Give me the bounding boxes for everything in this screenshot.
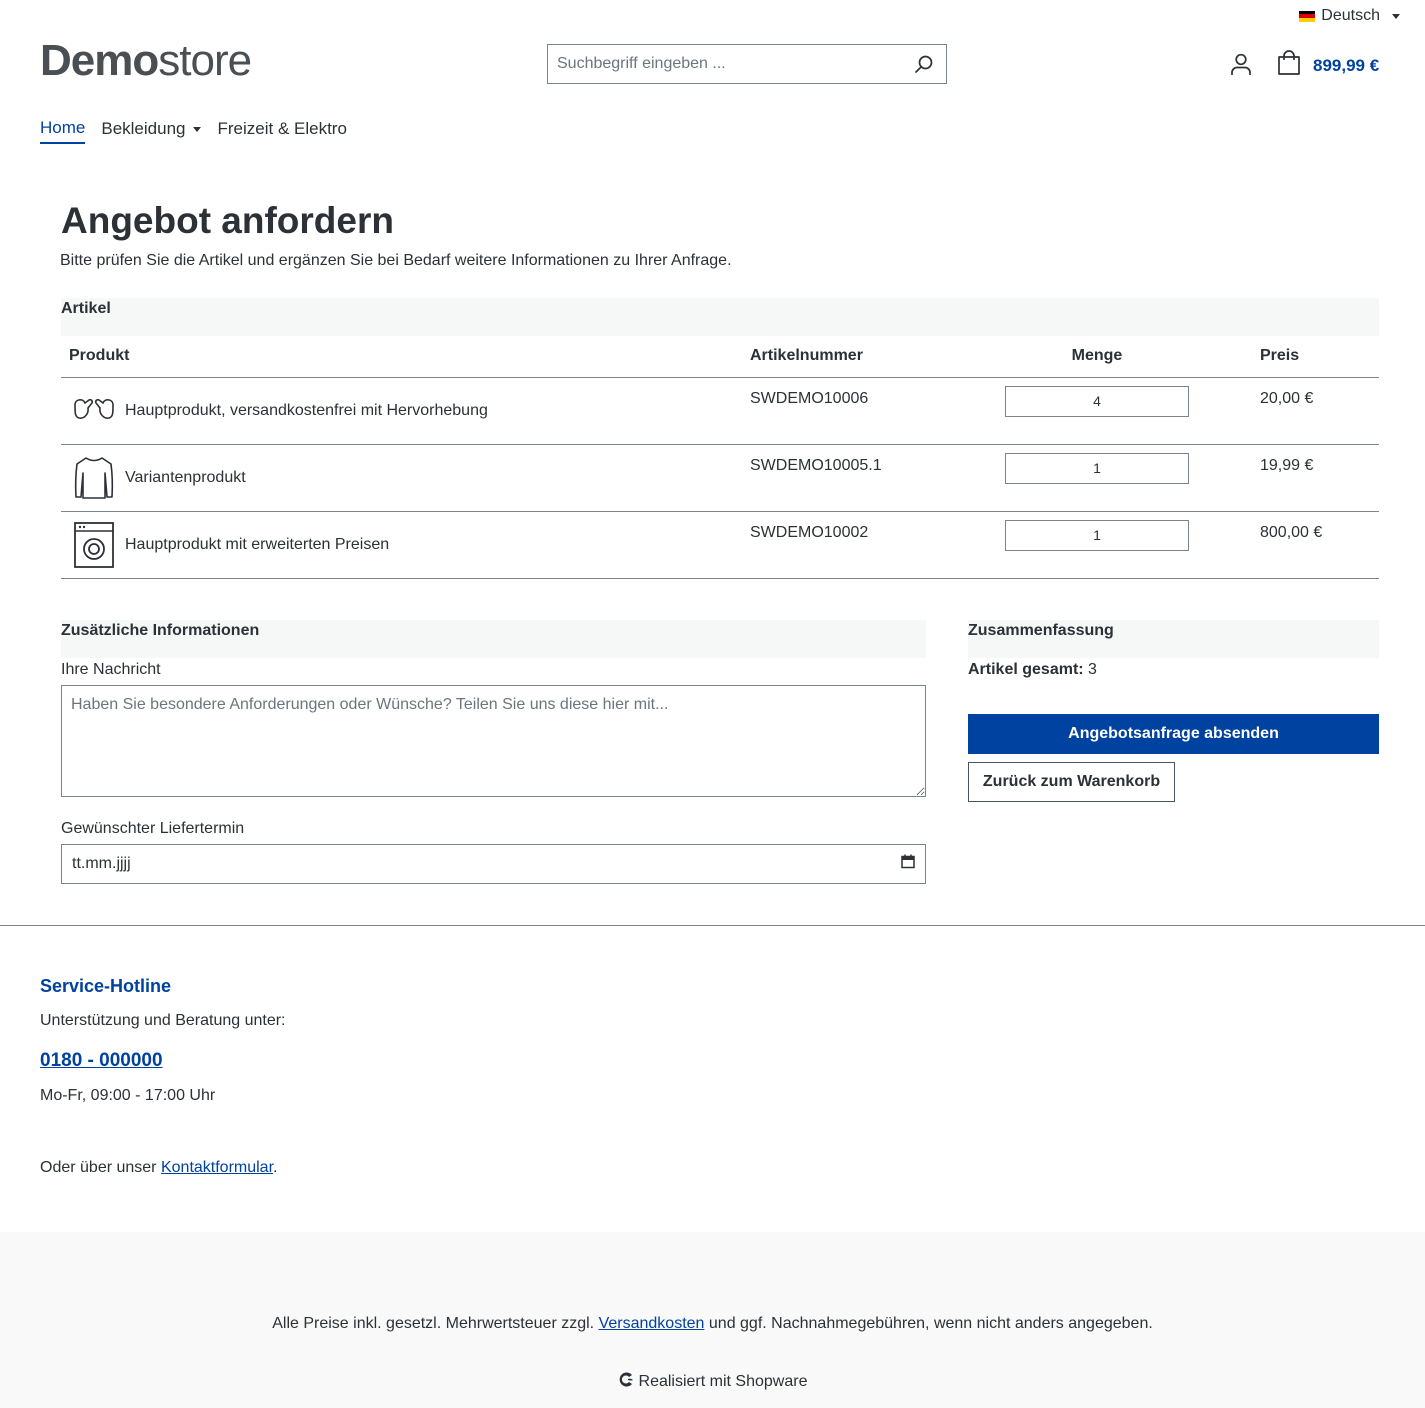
language-selector[interactable]: Deutsch bbox=[1299, 7, 1400, 25]
chevron-down-icon bbox=[193, 126, 202, 132]
gloves-icon[interactable] bbox=[69, 386, 119, 436]
submit-quote-button[interactable]: Angebotsanfrage absenden bbox=[968, 714, 1379, 754]
quantity-input[interactable] bbox=[1005, 519, 1189, 551]
items-table: Produkt Artikelnummer Menge Preis Hauptp… bbox=[61, 336, 1379, 579]
product-price: 19,99 € bbox=[1260, 456, 1314, 474]
nav-item-label: Bekleidung bbox=[101, 119, 186, 138]
table-row: Variantenprodukt SWDEMO10005.1 19,99 € bbox=[61, 444, 1379, 512]
sweater-icon[interactable] bbox=[69, 453, 119, 503]
product-name[interactable]: Hauptprodukt, versandkostenfrei mit Herv… bbox=[125, 402, 488, 420]
service-hotline-text: Unterstützung und Beratung unter: bbox=[40, 1012, 286, 1029]
back-to-cart-button[interactable]: Zurück zum Warenkorb bbox=[968, 762, 1175, 802]
powered-by-label: Realisiert mit Shopware bbox=[638, 1373, 808, 1390]
product-name[interactable]: Hauptprodukt mit erweiterten Preisen bbox=[125, 536, 389, 554]
summary-total-value: 3 bbox=[1088, 661, 1097, 678]
calendar-icon[interactable] bbox=[901, 854, 915, 874]
main-navigation: Home Bekleidung Freizeit & Elektro bbox=[40, 118, 347, 144]
table-row: Hauptprodukt mit erweiterten Preisen SWD… bbox=[61, 511, 1379, 579]
search-input[interactable] bbox=[548, 45, 902, 83]
product-sku: SWDEMO10006 bbox=[750, 389, 869, 407]
phone-link[interactable]: 0180 - 000000 bbox=[40, 1050, 163, 1072]
column-header-sku: Artikelnummer bbox=[742, 336, 942, 378]
product-name[interactable]: Variantenprodukt bbox=[125, 469, 246, 487]
legal-prefix: Alle Preise inkl. gesetzl. Mehrwertsteue… bbox=[272, 1315, 595, 1332]
cart-button[interactable]: 899,99 € bbox=[1277, 50, 1379, 81]
summary-total-label: Artikel gesamt: bbox=[968, 661, 1084, 678]
powered-by[interactable]: Realisiert mit Shopware bbox=[0, 1371, 1425, 1393]
page-title: Angebot anfordern bbox=[61, 200, 394, 241]
language-label: Deutsch bbox=[1321, 7, 1380, 24]
logo-light: store bbox=[158, 36, 252, 85]
contact-prefix: Oder über unser bbox=[40, 1159, 157, 1176]
items-section-heading: Artikel bbox=[61, 298, 1379, 336]
washing-machine-icon[interactable] bbox=[69, 520, 119, 570]
additional-heading-label: Zusätzliche Informationen bbox=[61, 622, 260, 639]
chevron-down-icon bbox=[1392, 13, 1400, 19]
product-sku: SWDEMO10002 bbox=[750, 523, 869, 541]
product-sku: SWDEMO10005.1 bbox=[750, 456, 882, 474]
column-header-quantity: Menge bbox=[942, 336, 1252, 378]
service-hours: Mo-Fr, 09:00 - 17:00 Uhr bbox=[40, 1087, 216, 1104]
nav-item-bekleidung[interactable]: Bekleidung bbox=[101, 118, 202, 144]
shipping-costs-link[interactable]: Versandkosten bbox=[599, 1315, 705, 1332]
shopping-bag-icon bbox=[1277, 50, 1301, 81]
table-row: Hauptprodukt, versandkostenfrei mit Herv… bbox=[61, 377, 1379, 445]
column-header-price: Preis bbox=[1252, 336, 1379, 378]
search-icon[interactable] bbox=[902, 45, 946, 83]
product-price: 800,00 € bbox=[1260, 523, 1323, 541]
legal-notice: Alle Preise inkl. gesetzl. Mehrwertsteue… bbox=[0, 1315, 1425, 1333]
message-label: Ihre Nachricht bbox=[61, 661, 161, 678]
summary-heading-label: Zusammenfassung bbox=[968, 622, 1114, 639]
nav-item-freizeit-elektro[interactable]: Freizeit & Elektro bbox=[217, 118, 346, 144]
cart-total: 899,99 € bbox=[1313, 55, 1380, 75]
table-header-row: Produkt Artikelnummer Menge Preis bbox=[61, 336, 1379, 378]
nav-item-home[interactable]: Home bbox=[40, 118, 86, 144]
column-header-product: Produkt bbox=[61, 336, 742, 378]
footer-divider bbox=[0, 925, 1425, 926]
account-icon[interactable] bbox=[1229, 52, 1253, 76]
contact-suffix: . bbox=[273, 1159, 278, 1176]
quantity-input[interactable] bbox=[1005, 385, 1189, 417]
quantity-input[interactable] bbox=[1005, 452, 1189, 484]
additional-info-heading: Zusätzliche Informationen bbox=[61, 620, 926, 658]
contact-form-link[interactable]: Kontaktformular bbox=[161, 1159, 273, 1176]
legal-suffix: und ggf. Nachnahmegebühren, wenn nicht a… bbox=[708, 1315, 1153, 1332]
german-flag-icon bbox=[1299, 10, 1316, 22]
product-price: 20,00 € bbox=[1260, 389, 1314, 407]
search-bar bbox=[547, 44, 947, 84]
contact-text: Oder über unser Kontaktformular. bbox=[40, 1159, 277, 1177]
message-textarea[interactable] bbox=[61, 685, 926, 797]
delivery-date-input[interactable]: tt.mm.jjjj bbox=[61, 844, 926, 884]
summary-heading: Zusammenfassung bbox=[968, 620, 1379, 658]
summary-total: Artikel gesamt: 3 bbox=[968, 661, 1097, 679]
date-placeholder: tt.mm.jjjj bbox=[72, 855, 131, 872]
logo-bold: Demo bbox=[40, 36, 159, 85]
shopware-logo-icon bbox=[618, 1371, 635, 1393]
page-subtitle: Bitte prüfen Sie die Artikel und ergänze… bbox=[60, 252, 732, 269]
logo[interactable]: Demostore bbox=[40, 36, 252, 86]
items-heading-label: Artikel bbox=[61, 300, 111, 317]
service-hotline-title: Service-Hotline bbox=[40, 976, 172, 996]
delivery-date-label: Gewünschter Liefertermin bbox=[61, 820, 245, 837]
